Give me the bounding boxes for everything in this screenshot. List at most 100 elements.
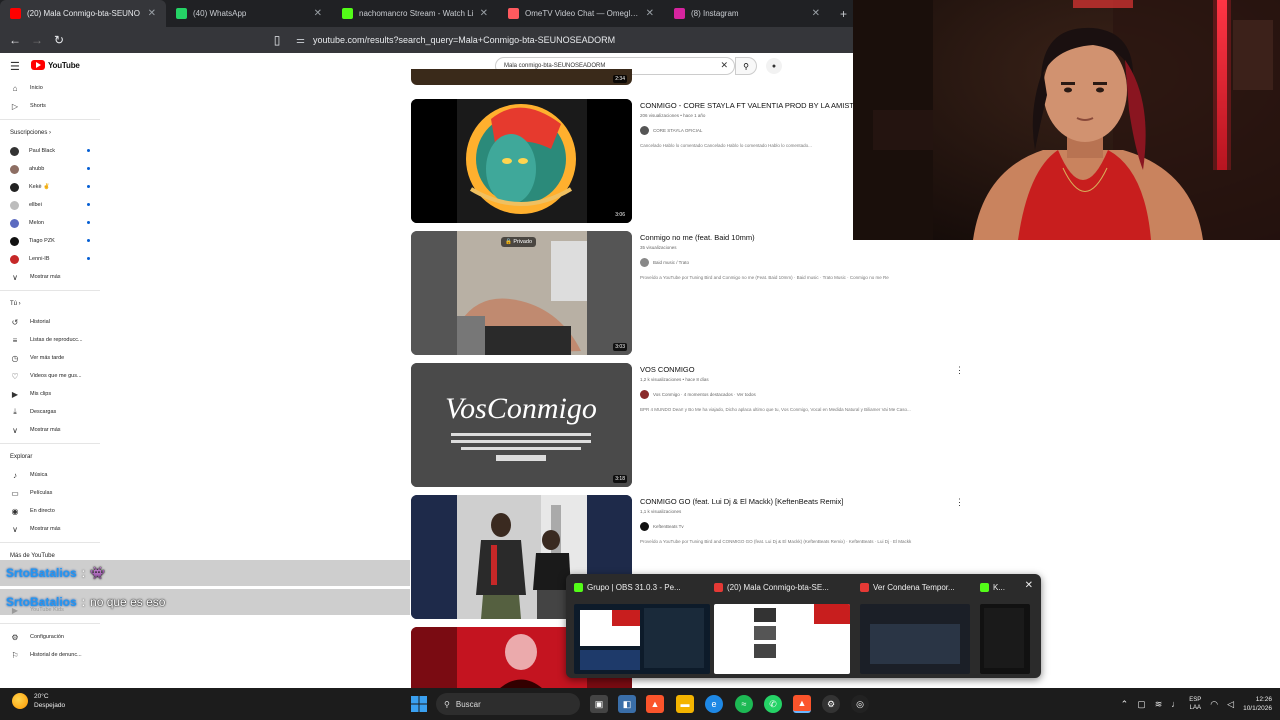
- window-thumbnail[interactable]: Grupo | OBS 31.0.3 - Pe...: [574, 580, 710, 674]
- sidebar-item[interactable]: ⌂ Inicio: [0, 79, 100, 97]
- video-thumbnail-partial[interactable]: 2:34: [411, 69, 632, 85]
- sidebar-toggle-icon[interactable]: ▯: [266, 29, 288, 51]
- sidebar-item[interactable]: ⚙ Configuración: [0, 628, 100, 646]
- clock[interactable]: 12:26 10/1/2026: [1243, 695, 1272, 713]
- task-view-icon[interactable]: ▣: [590, 695, 608, 713]
- video-result[interactable]: 🔒 Privado 3:03 Conmigo no me (feat. Baid 1…: [410, 231, 970, 355]
- video-duration: 2:34: [613, 75, 627, 83]
- language-indicator[interactable]: ESP LAA: [1189, 696, 1201, 712]
- sidebar-item[interactable]: ⚐ Historial de denunc...: [0, 646, 100, 664]
- sidebar-subscription[interactable]: Melon: [0, 214, 100, 232]
- widgets-icon[interactable]: ◧: [618, 695, 636, 713]
- language-bottom: LAA: [1189, 705, 1201, 711]
- sidebar-item[interactable]: ▶ Mis clips: [0, 385, 100, 403]
- video-channel[interactable]: Baid music / Trato: [640, 258, 689, 267]
- sidebar-subscription[interactable]: ahubb: [0, 160, 100, 178]
- brave-active-icon[interactable]: ▲: [793, 695, 811, 713]
- video-title[interactable]: CONMIGO GO (feat. Lui Dj & El Mackk) [Ke…: [640, 497, 960, 506]
- video-thumbnail[interactable]: 🔒 Privado 3:03: [411, 231, 632, 355]
- tray-app-icon[interactable]: ▢: [1137, 699, 1146, 710]
- sidebar-subscription[interactable]: Kekè ✌: [0, 178, 100, 196]
- tab-close-icon[interactable]: ✕: [148, 8, 156, 19]
- obs-icon[interactable]: ◎: [851, 695, 869, 713]
- forward-icon[interactable]: →: [26, 29, 48, 51]
- window-title: Ver Condena Tempor...: [873, 582, 955, 592]
- new-content-dot: [87, 167, 90, 170]
- sidebar-subscription[interactable]: Tiago PZK: [0, 232, 100, 250]
- video-thumbnail[interactable]: VosConmigo 3:18: [411, 363, 632, 487]
- tray-mic-icon[interactable]: ♩: [1171, 699, 1180, 709]
- sidebar-item-label: Configuración: [30, 634, 64, 640]
- weather-widget[interactable]: 20°C Despejado: [12, 692, 65, 710]
- sidebar-section-header[interactable]: Tú ›: [0, 295, 100, 313]
- address-bar[interactable]: ⚌ youtube.com/results?search_query=Mala+…: [296, 35, 615, 46]
- window-thumbnail-header: K...: [980, 580, 1030, 594]
- volume-icon[interactable]: ◁: [1227, 699, 1234, 710]
- channel-name: Baid music / Trato: [653, 260, 690, 265]
- sidebar-item-label: Inicio: [30, 85, 43, 91]
- sidebar-item[interactable]: ▷ Shorts: [0, 97, 100, 115]
- tab-close-icon[interactable]: ✕: [480, 8, 488, 19]
- sidebar-item[interactable]: ∨ Mostrar más: [0, 421, 100, 439]
- sidebar-subscription[interactable]: Paul Black: [0, 142, 100, 160]
- language-top: ESP: [1189, 697, 1202, 703]
- spotify-icon[interactable]: ≈: [735, 695, 753, 713]
- menu-icon[interactable]: ☰: [10, 60, 20, 73]
- sidebar-item[interactable]: ⤓ Descargas: [0, 403, 100, 421]
- youtube-logo[interactable]: YouTube: [31, 60, 80, 70]
- sidebar-item[interactable]: ♡ Videos que me gus...: [0, 367, 100, 385]
- sidebar-item[interactable]: ♪ Música: [0, 466, 100, 484]
- sidebar-subscription[interactable]: Lenni-IB: [0, 250, 100, 268]
- sidebar-item[interactable]: ≡ Listas de reproducc...: [0, 331, 100, 349]
- brave-icon[interactable]: ▲: [646, 695, 664, 713]
- more-actions-icon[interactable]: ⋮: [955, 365, 964, 376]
- tab-close-icon[interactable]: ✕: [646, 8, 654, 19]
- sidebar-item[interactable]: ▭ Películas: [0, 484, 100, 502]
- video-channel[interactable]: Vos Conmigo · 4 momentos destacados · Ve…: [640, 390, 756, 399]
- search-button[interactable]: ⚲: [735, 57, 757, 75]
- private-badge: 🔒 Privado: [501, 237, 537, 247]
- sidebar-subscription[interactable]: ellbei: [0, 196, 100, 214]
- browser-tab[interactable]: OmeTV Video Chat — Omegle Rand ✕: [498, 0, 664, 27]
- site-info-icon[interactable]: ⚌: [296, 35, 305, 46]
- browser-tab[interactable]: nachomancro Stream - Watch Li ✕: [332, 0, 498, 27]
- wifi-icon[interactable]: ◠: [1210, 699, 1218, 710]
- sidebar-section-header[interactable]: Suscripciones ›: [0, 124, 100, 142]
- more-actions-icon[interactable]: ⋮: [955, 497, 964, 508]
- clear-search-icon[interactable]: ✕: [720, 60, 728, 71]
- sidebar-item[interactable]: ∨ Mostrar más: [0, 520, 100, 538]
- tab-close-icon[interactable]: ✕: [812, 8, 820, 19]
- reload-icon[interactable]: ↻: [48, 29, 70, 51]
- video-thumbnail[interactable]: 3:06: [411, 99, 632, 223]
- video-title[interactable]: VOS CONMIGO: [640, 365, 960, 374]
- tab-close-icon[interactable]: ✕: [314, 8, 322, 19]
- voice-search-icon[interactable]: ●: [766, 58, 782, 74]
- browser-tab[interactable]: (8) Instagram ✕: [664, 0, 830, 27]
- video-channel[interactable]: CORE STAYLA OFICIAL: [640, 126, 702, 135]
- video-duration: 3:03: [613, 343, 627, 351]
- window-thumbnail[interactable]: (20) Mala Conmigo-bta-SE...: [714, 580, 850, 674]
- whatsapp-icon[interactable]: ✆: [764, 695, 782, 713]
- tray-network-icon[interactable]: ≋: [1155, 699, 1163, 710]
- browser-tab[interactable]: (20) Mala Conmigo-bta-SEUNO ✕: [0, 0, 166, 27]
- file-explorer-icon[interactable]: ▬: [676, 695, 694, 713]
- edge-icon[interactable]: e: [705, 695, 723, 713]
- back-icon[interactable]: ←: [4, 29, 26, 51]
- windows-start-icon[interactable]: [410, 695, 428, 713]
- window-title: Grupo | OBS 31.0.3 - Pe...: [587, 582, 681, 592]
- browser-tab[interactable]: (40) WhatsApp ✕: [166, 0, 332, 27]
- sidebar-show-more[interactable]: ∨ Mostrar más: [0, 268, 100, 286]
- window-thumbnail[interactable]: Ver Condena Tempor...: [860, 580, 970, 674]
- tray-overflow-icon[interactable]: ⌃: [1121, 699, 1129, 710]
- sidebar-item[interactable]: ↺ Historial: [0, 313, 100, 331]
- webcam-overlay: [853, 0, 1280, 240]
- sidebar-item-icon: ♡: [11, 371, 19, 381]
- video-result[interactable]: VosConmigo 3:18 VOS CONMIGO 1,2 k visualiza…: [410, 363, 970, 487]
- sidebar-section-header[interactable]: Explorar: [0, 448, 100, 466]
- steam-icon[interactable]: ⚙: [822, 695, 840, 713]
- video-channel[interactable]: KeftenBeats Tv: [640, 522, 684, 531]
- window-thumbnail[interactable]: K...: [980, 580, 1030, 674]
- sidebar-item[interactable]: ◉ En directo: [0, 502, 100, 520]
- taskbar-search[interactable]: ⚲ Buscar: [436, 693, 580, 715]
- sidebar-item[interactable]: ◷ Ver más tarde: [0, 349, 100, 367]
